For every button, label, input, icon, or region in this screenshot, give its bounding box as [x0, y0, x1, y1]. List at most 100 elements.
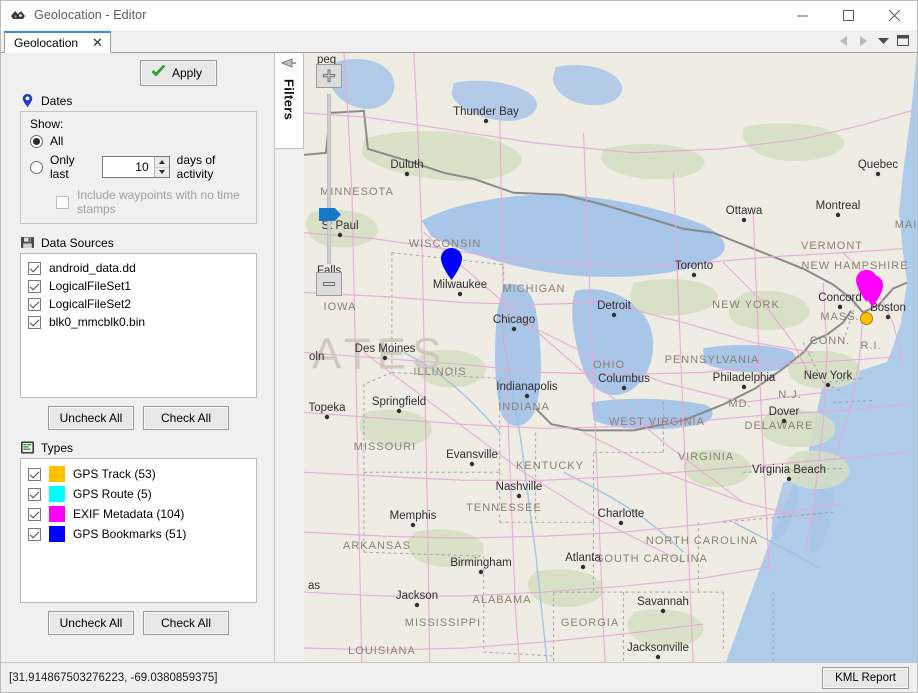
map-marker[interactable] — [860, 312, 873, 328]
check-icon — [151, 65, 166, 81]
data-source-label: blk0_mmcblk0.bin — [49, 315, 145, 329]
types-header-label: Types — [41, 441, 73, 455]
type-color-swatch — [49, 506, 65, 522]
map-marker[interactable] — [861, 274, 884, 311]
radio-only-last-label: Only last — [50, 153, 92, 181]
type-color-swatch — [49, 466, 65, 482]
data-source-checkbox[interactable] — [28, 316, 41, 329]
close-button[interactable] — [871, 1, 917, 30]
type-color-swatch — [49, 486, 65, 502]
scroll-left-icon[interactable] — [835, 32, 851, 50]
days-suffix-label: days of activity — [177, 153, 248, 181]
radio-only-last[interactable] — [30, 161, 43, 174]
zoom-slider-handle[interactable] — [319, 208, 341, 221]
spinner-arrows — [154, 157, 169, 177]
data-source-label: LogicalFileSet1 — [49, 279, 131, 293]
window-title: Geolocation - Editor — [34, 8, 146, 22]
types-check-all-button[interactable]: Check All — [143, 611, 229, 635]
title-bar: Geolocation - Editor — [1, 1, 917, 30]
minimize-button[interactable] — [779, 1, 825, 30]
spinner-up-icon[interactable] — [155, 157, 169, 168]
dates-group: Show: All Only last 10 days o — [20, 111, 257, 224]
apply-row: Apply — [1, 53, 274, 86]
map-area: Filters — [275, 53, 917, 662]
include-waypoints-checkbox[interactable] — [56, 196, 69, 209]
data-source-label: android_data.dd — [49, 261, 136, 275]
type-color-swatch — [49, 526, 65, 542]
list-item[interactable]: blk0_mmcblk0.bin — [21, 313, 256, 331]
show-label: Show: — [30, 117, 248, 131]
type-checkbox[interactable] — [28, 528, 41, 541]
chevron-down-icon[interactable] — [875, 32, 891, 50]
type-label: GPS Route (5) — [73, 487, 152, 501]
data-sources-list[interactable]: android_data.dd LogicalFileSet1 LogicalFil… — [20, 253, 257, 398]
maximize-button[interactable] — [825, 1, 871, 30]
data-source-checkbox[interactable] — [28, 280, 41, 293]
spinner-down-icon[interactable] — [155, 168, 169, 178]
apply-label: Apply — [172, 66, 202, 80]
tab-close-icon[interactable]: ✕ — [92, 36, 103, 49]
type-checkbox[interactable] — [28, 488, 41, 501]
type-label: GPS Bookmarks (51) — [73, 527, 186, 541]
table-icon — [20, 440, 35, 455]
map-zoom-control[interactable] — [316, 64, 342, 296]
days-spinner[interactable]: 10 — [102, 156, 169, 178]
filters-side-tab[interactable]: Filters — [275, 53, 304, 662]
status-bar: [31.914867503276223, -69.0380859375] KML… — [1, 662, 917, 692]
tab-geolocation[interactable]: Geolocation ✕ — [4, 31, 111, 53]
list-item[interactable]: GPS Route (5) — [21, 484, 256, 504]
radio-only-last-row[interactable]: Only last 10 days of activity — [30, 153, 248, 181]
type-checkbox[interactable] — [28, 508, 41, 521]
include-waypoints-label: Include waypoints with no time stamps — [77, 188, 248, 216]
geolocation-filter-panel: Apply Dates Show: All — [1, 53, 275, 662]
include-waypoints-row[interactable]: Include waypoints with no time stamps — [56, 188, 248, 216]
list-item[interactable]: GPS Track (53) — [21, 464, 256, 484]
apply-button[interactable]: Apply — [140, 60, 217, 86]
zoom-out-button[interactable] — [316, 272, 342, 296]
zoom-slider-track[interactable] — [327, 94, 331, 264]
kml-report-button[interactable]: KML Report — [822, 667, 909, 689]
coordinates-readout: [31.914867503276223, -69.0380859375] — [9, 672, 217, 684]
tab-strip-controls — [835, 29, 917, 52]
list-item[interactable]: LogicalFileSet1 — [21, 277, 256, 295]
window-controls — [779, 1, 917, 30]
zoom-in-button[interactable] — [316, 64, 342, 88]
data-sources-uncheck-all-button[interactable]: Uncheck All — [48, 406, 134, 430]
types-section-header: Types — [20, 440, 274, 455]
editor-window: Geolocation - Editor Geolocation ✕ — [0, 0, 918, 693]
type-label: EXIF Metadata (104) — [73, 507, 184, 521]
data-sources-section-header: Data Sources — [20, 235, 274, 250]
data-sources-header-label: Data Sources — [41, 236, 114, 250]
filters-tab-inner[interactable]: Filters — [275, 53, 304, 149]
types-uncheck-all-button[interactable]: Uncheck All — [48, 611, 134, 635]
days-value[interactable]: 10 — [103, 157, 153, 177]
radio-all-label: All — [50, 134, 63, 148]
autopsy-icon — [10, 7, 26, 23]
list-item[interactable]: LogicalFileSet2 — [21, 295, 256, 313]
data-sources-buttons: Uncheck All Check All — [20, 406, 257, 430]
types-list[interactable]: GPS Track (53) GPS Route (5) EXIF Metadata… — [20, 458, 257, 603]
map-viewport[interactable]: ATES Thunder BayDuluthSt PaulOttawaMontr… — [304, 53, 917, 662]
type-label: GPS Track (53) — [73, 467, 156, 481]
data-sources-check-all-button[interactable]: Check All — [143, 406, 229, 430]
scroll-right-icon[interactable] — [855, 32, 871, 50]
main-body: Apply Dates Show: All — [1, 53, 917, 662]
radio-all-row[interactable]: All — [30, 134, 248, 148]
radio-all[interactable] — [30, 135, 43, 148]
filters-tab-label: Filters — [282, 79, 297, 120]
data-source-checkbox[interactable] — [28, 262, 41, 275]
list-item[interactable]: GPS Bookmarks (51) — [21, 524, 256, 544]
map-marker[interactable] — [440, 247, 463, 284]
dates-header-label: Dates — [41, 94, 72, 108]
list-item[interactable]: android_data.dd — [21, 259, 256, 277]
tab-label: Geolocation — [14, 36, 78, 50]
data-source-label: LogicalFileSet2 — [49, 297, 131, 311]
pin-icon — [281, 58, 297, 75]
map-pin-icon — [20, 93, 35, 108]
maximize-tab-icon[interactable] — [895, 32, 911, 50]
type-checkbox[interactable] — [28, 468, 41, 481]
tab-strip: Geolocation ✕ — [1, 30, 917, 53]
list-item[interactable]: EXIF Metadata (104) — [21, 504, 256, 524]
data-source-checkbox[interactable] — [28, 298, 41, 311]
types-buttons: Uncheck All Check All — [20, 611, 257, 635]
